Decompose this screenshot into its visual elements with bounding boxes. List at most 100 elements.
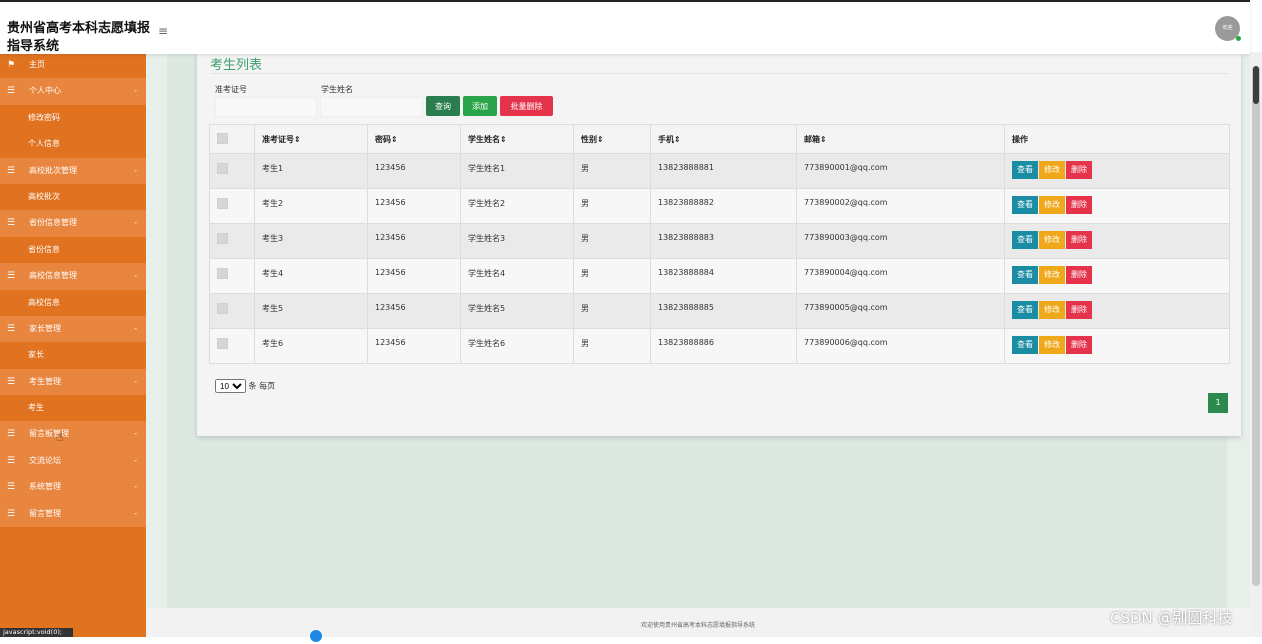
menu-icon: ☰ (7, 271, 16, 282)
select-all-cell (209, 124, 255, 154)
cell-actions: 查看 修改 删除 (1004, 153, 1230, 189)
cell-name: 学生姓名2 (460, 188, 574, 224)
edit-button[interactable]: 修改 (1039, 196, 1065, 214)
column-header-name[interactable]: 学生姓名⇕ (460, 124, 574, 154)
view-button[interactable]: 查看 (1012, 161, 1038, 179)
sidebar-group-message-board[interactable]: ☰ 留言板管理 - (0, 421, 146, 448)
edit-button[interactable]: 修改 (1039, 161, 1065, 179)
column-header-email[interactable]: 邮箱⇕ (796, 124, 1005, 154)
sidebar-item-label: 主页 (29, 60, 45, 69)
delete-button[interactable]: 删除 (1066, 196, 1092, 214)
search-button[interactable]: 查询 (426, 96, 460, 116)
top-header-bar: 贵州省高考本科志愿填报指导系统 ≡ 欢迎 (0, 0, 1250, 54)
sidebar-group-province-management[interactable]: ☰ 省份信息管理 - (0, 210, 146, 237)
ticket-number-input[interactable] (215, 97, 317, 117)
edit-button[interactable]: 修改 (1039, 266, 1065, 284)
sidebar: ⚑ 主页 ☰ 个人中心 - 修改密码 个人信息 ☰ 高校批次管理 - 高校批次 … (0, 52, 146, 637)
sidebar-item-label: 考生 (28, 403, 44, 413)
table-header-row: 准考证号⇕ 密码⇕ 学生姓名⇕ 性别⇕ 手机⇕ 邮箱⇕ 操作 (209, 124, 1230, 154)
student-name-input[interactable] (320, 97, 423, 117)
delete-button[interactable]: 删除 (1066, 336, 1092, 354)
sidebar-group-forum[interactable]: ☰ 交流论坛 - (0, 447, 146, 475)
sidebar-group-system-management[interactable]: ☰ 系统管理 - (0, 474, 146, 501)
page-size-suffix: 条 每页 (248, 381, 276, 391)
row-checkbox[interactable] (217, 163, 228, 174)
row-checkbox[interactable] (217, 303, 228, 314)
sidebar-item-label: 高校信息 (28, 297, 60, 307)
page-size-control: 10 条 每页 (215, 379, 275, 393)
sidebar-item-label: 家长 (28, 350, 44, 360)
cell-password: 123456 (367, 188, 461, 224)
sidebar-group-student-management[interactable]: ☰ 考生管理 - (0, 368, 146, 396)
sidebar-group-university-management[interactable]: ☰ 高校信息管理 - (0, 263, 146, 290)
cell-gender: 男 (573, 153, 651, 189)
cell-name: 学生姓名5 (460, 293, 574, 329)
sidebar-item-province[interactable]: 省份信息 (0, 237, 146, 263)
page-button-current[interactable]: 1 (1208, 393, 1228, 413)
sidebar-item-university[interactable]: 高校信息 (0, 290, 146, 316)
cell-ticket: 考生2 (254, 188, 368, 224)
collapse-icon: - (134, 429, 137, 439)
cell-phone: 13823888882 (650, 188, 797, 224)
sidebar-item-parent[interactable]: 家长 (0, 342, 146, 368)
delete-button[interactable]: 删除 (1066, 266, 1092, 284)
collapse-icon: - (134, 165, 137, 175)
view-button[interactable]: 查看 (1012, 301, 1038, 319)
sidebar-item-label: 高校批次管理 (29, 165, 77, 175)
sort-icon: ⇕ (597, 134, 604, 144)
edit-button[interactable]: 修改 (1039, 301, 1065, 319)
sidebar-group-personal-center[interactable]: ☰ 个人中心 - (0, 78, 146, 105)
scrollbar-thumb[interactable] (1252, 66, 1260, 586)
ticket-number-label: 准考证号 (215, 85, 247, 94)
sidebar-item-personal-info[interactable]: 个人信息 (0, 131, 146, 157)
sidebar-group-message-management[interactable]: ☰ 留言管理 - (0, 500, 146, 528)
view-button[interactable]: 查看 (1012, 196, 1038, 214)
column-header-phone[interactable]: 手机⇕ (650, 124, 797, 154)
row-checkbox[interactable] (217, 233, 228, 244)
menu-toggle-icon[interactable]: ≡ (158, 24, 168, 38)
row-checkbox[interactable] (217, 198, 228, 209)
view-button[interactable]: 查看 (1012, 231, 1038, 249)
collapse-icon: - (134, 86, 137, 96)
row-checkbox[interactable] (217, 268, 228, 279)
page-title: 考生列表 (210, 58, 263, 73)
cell-gender: 男 (573, 258, 651, 294)
select-all-checkbox[interactable] (217, 132, 228, 144)
delete-button[interactable]: 删除 (1066, 231, 1092, 249)
collapse-icon: - (134, 271, 137, 281)
cell-phone: 13823888885 (650, 293, 797, 329)
app-title: 贵州省高考本科志愿填报指导系统 (7, 21, 151, 54)
delete-button[interactable]: 删除 (1066, 301, 1092, 319)
sidebar-group-parent-management[interactable]: ☰ 家长管理 - (0, 315, 146, 343)
sidebar-item-change-password[interactable]: 修改密码 (0, 105, 146, 131)
cell-password: 123456 (367, 328, 461, 364)
row-checkbox[interactable] (217, 338, 228, 349)
sidebar-item-student[interactable]: 考生 (0, 395, 146, 421)
edit-button[interactable]: 修改 (1039, 231, 1065, 249)
scrollbar-top-spacer (1251, 0, 1262, 52)
table-row: 考生4 123456 学生姓名4 男 13823888884 773890004… (209, 258, 1230, 294)
table-row: 考生1 123456 学生姓名1 男 13823888881 773890001… (209, 153, 1230, 189)
collapse-icon: - (134, 482, 137, 492)
cell-ticket: 考生6 (254, 328, 368, 364)
table-row: 考生3 123456 学生姓名3 男 13823888883 773890003… (209, 223, 1230, 259)
cell-gender: 男 (573, 188, 651, 224)
page-size-select[interactable]: 10 (215, 379, 246, 393)
collapse-icon: - (134, 218, 137, 228)
sidebar-item-label: 高校批次 (28, 191, 60, 201)
batch-delete-button[interactable]: 批量删除 (500, 96, 553, 116)
delete-button[interactable]: 删除 (1066, 161, 1092, 179)
scrollbar-handle[interactable] (1253, 66, 1259, 104)
view-button[interactable]: 查看 (1012, 266, 1038, 284)
column-header-gender[interactable]: 性别⇕ (573, 124, 651, 154)
sort-icon: ⇕ (294, 134, 301, 144)
sidebar-item-batch[interactable]: 高校批次 (0, 184, 146, 210)
sidebar-group-batch-management[interactable]: ☰ 高校批次管理 - (0, 157, 146, 184)
sidebar-item-label: 修改密码 (28, 112, 60, 122)
view-button[interactable]: 查看 (1012, 336, 1038, 354)
column-header-ticket[interactable]: 准考证号⇕ (254, 124, 368, 154)
add-button[interactable]: 添加 (463, 96, 497, 116)
column-header-password[interactable]: 密码⇕ (367, 124, 461, 154)
cell-name: 学生姓名4 (460, 258, 574, 294)
edit-button[interactable]: 修改 (1039, 336, 1065, 354)
